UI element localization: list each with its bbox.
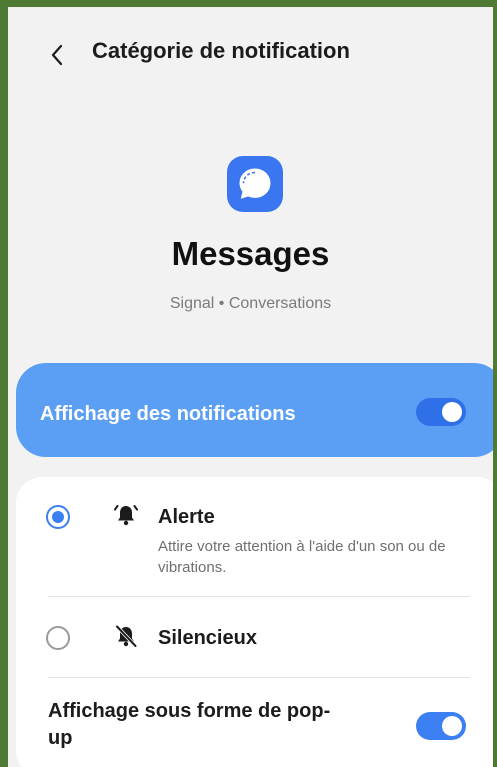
signal-chat-bubble-icon: [239, 168, 271, 199]
master-toggle-switch[interactable]: [416, 398, 466, 426]
bell-off-icon: [115, 624, 138, 648]
top-bar: Catégorie de notification: [8, 7, 493, 97]
back-button[interactable]: [42, 35, 72, 75]
silent-radio[interactable]: [46, 626, 70, 650]
divider: [48, 596, 470, 597]
alert-title: Alerte: [158, 506, 215, 528]
notification-options-card: Alerte Attire votre attention à l'aide d…: [16, 477, 493, 767]
signal-app-icon: [227, 156, 283, 212]
popup-toggle-switch[interactable]: [416, 712, 466, 740]
notifications-master-row[interactable]: Affichage des notifications: [16, 363, 493, 457]
page-title: Catégorie de notification: [92, 38, 350, 63]
silent-title: Silencieux: [158, 627, 257, 649]
app-subtitle: Signal • Conversations: [169, 295, 332, 312]
screen-frame: Catégorie de notification Messages Signa…: [0, 0, 497, 767]
master-toggle-label: Affichage des notifications: [40, 403, 296, 425]
alert-description: Attire votre attention à l'aide d'un son…: [158, 538, 446, 576]
divider: [48, 677, 470, 678]
toggle-knob: [442, 716, 462, 736]
bell-ringing-icon: [114, 505, 138, 526]
chevron-left-icon: [51, 44, 63, 66]
alert-radio[interactable]: [46, 505, 70, 529]
app-name: Messages: [171, 235, 330, 272]
toggle-knob: [442, 402, 462, 422]
popup-toggle-label: Affichage sous forme de pop-up: [48, 700, 331, 749]
